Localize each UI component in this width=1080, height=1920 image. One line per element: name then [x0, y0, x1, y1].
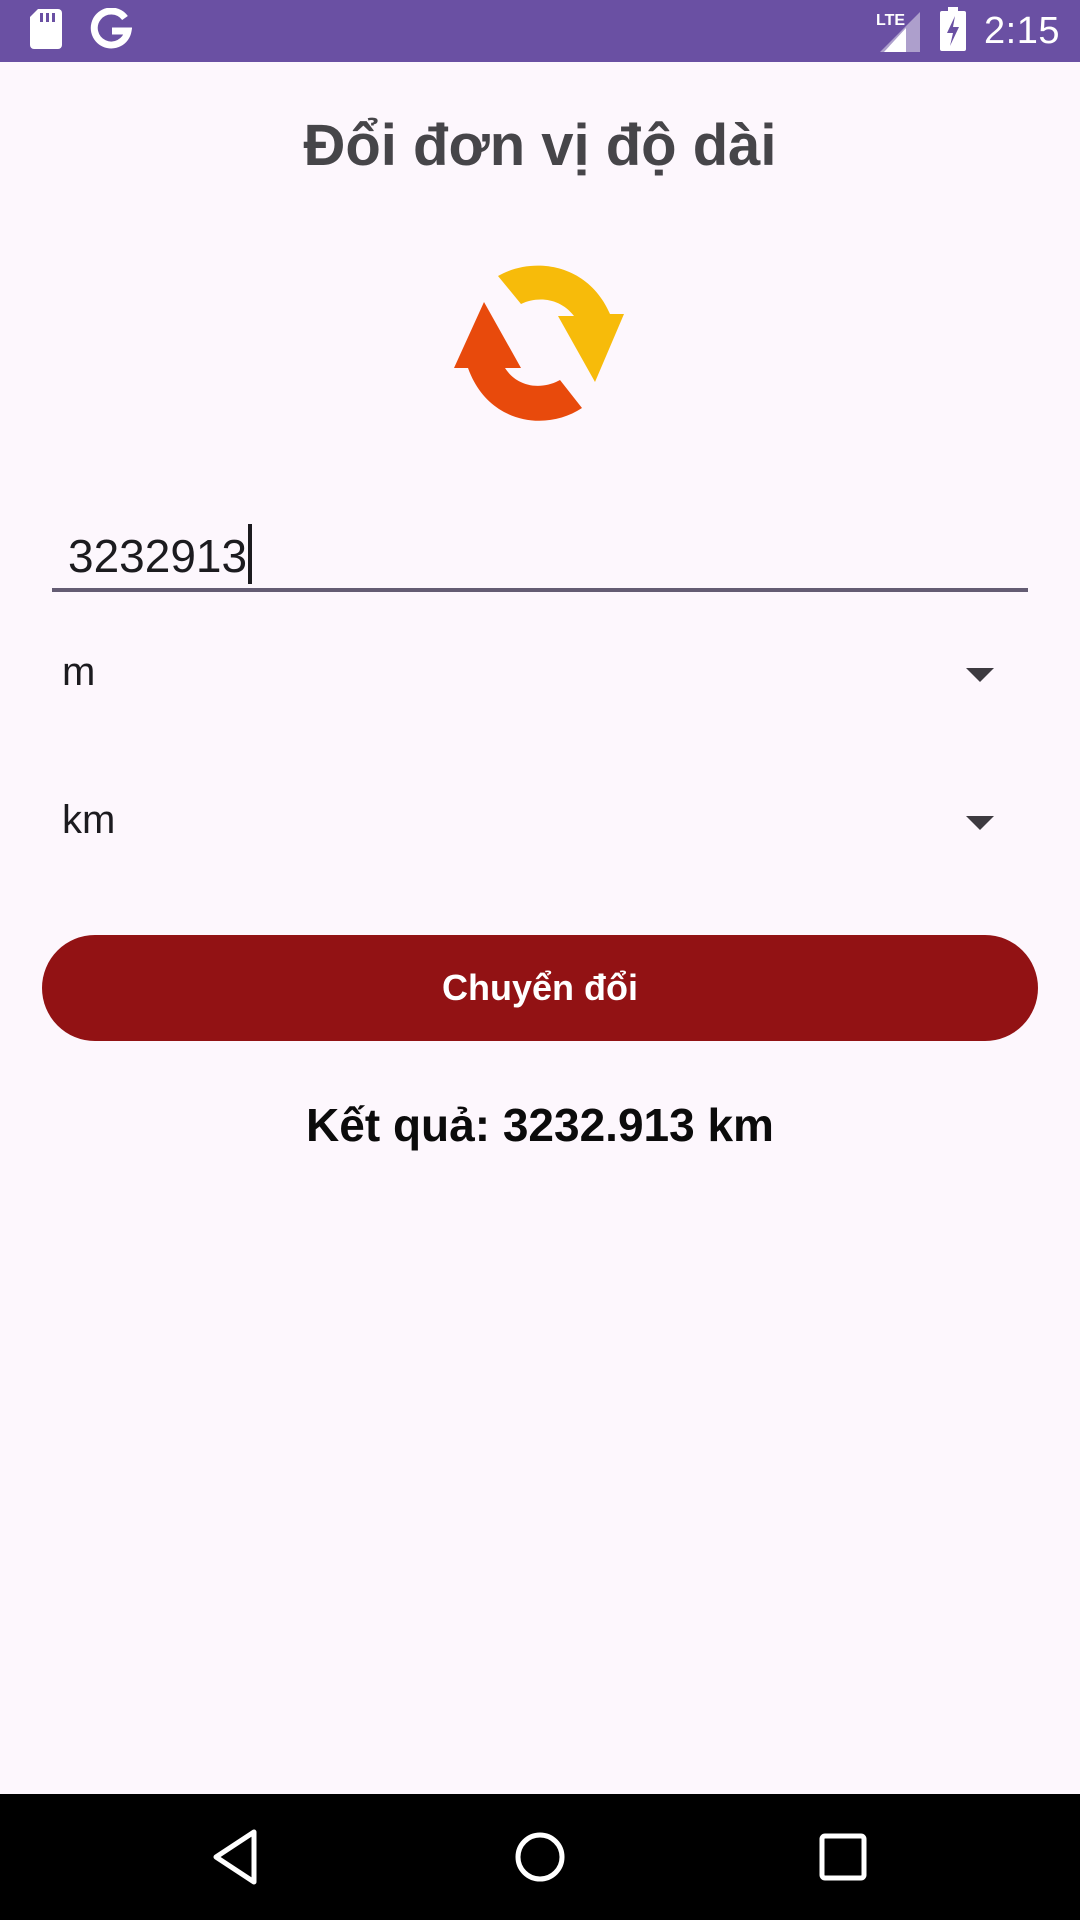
- navigation-bar: [0, 1794, 1080, 1920]
- lte-signal-icon: LTE: [876, 8, 922, 54]
- status-time: 2:15: [984, 9, 1060, 52]
- to-unit-spinner[interactable]: km: [52, 772, 1028, 872]
- result-text: Kết quả: 3232.913 km: [306, 1099, 774, 1151]
- dropdown-arrow-icon: [966, 816, 994, 830]
- page-title: Đổi đơn vị độ dài: [303, 113, 777, 178]
- google-icon: [90, 7, 133, 55]
- status-left-icons: [30, 7, 133, 55]
- status-right-icons: LTE 2:15: [876, 6, 1060, 56]
- battery-charging-icon: [940, 6, 967, 56]
- dropdown-arrow-icon: [966, 668, 994, 682]
- from-unit-value: m: [62, 650, 96, 694]
- convert-button[interactable]: Chuyển đổi: [42, 935, 1038, 1041]
- length-input[interactable]: 3232913: [52, 510, 1028, 592]
- to-unit-value: km: [62, 798, 116, 842]
- home-icon[interactable]: [507, 1824, 573, 1890]
- status-bar: LTE 2:15: [0, 0, 1080, 62]
- sd-card-icon: [30, 8, 62, 54]
- recents-icon[interactable]: [810, 1824, 876, 1890]
- text-caret: [248, 524, 253, 584]
- length-input-value[interactable]: 3232913: [68, 524, 253, 584]
- back-icon[interactable]: [204, 1824, 270, 1890]
- from-unit-spinner[interactable]: m: [52, 624, 1028, 724]
- refresh-arrows-icon: [438, 258, 642, 426]
